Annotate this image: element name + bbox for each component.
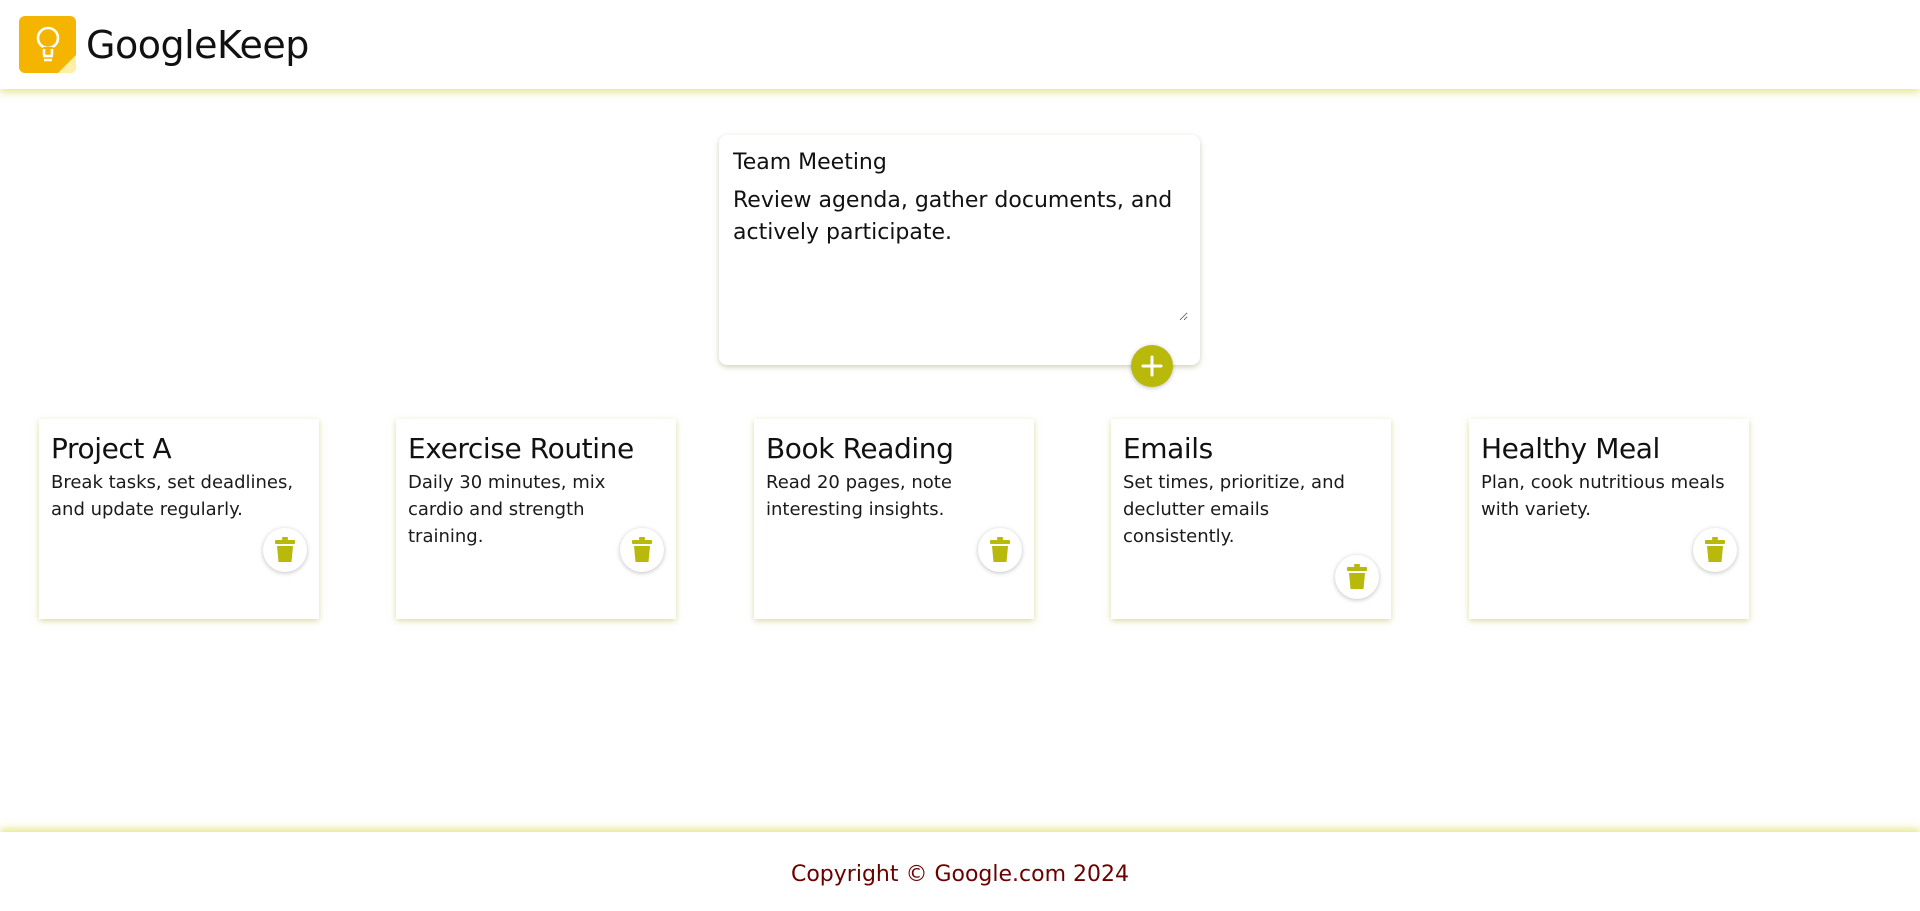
note-text: Set times, prioritize, and declutter ema… bbox=[1123, 472, 1345, 547]
delete-note-button[interactable] bbox=[620, 528, 664, 572]
note-title-input[interactable] bbox=[733, 145, 1173, 179]
note-title: Emails bbox=[1123, 432, 1213, 465]
trash-icon bbox=[1705, 537, 1725, 562]
note-composer: Review agenda, gather documents, and act… bbox=[719, 135, 1200, 365]
note-text: Plan, cook nutritious meals with variety… bbox=[1481, 472, 1725, 520]
trash-icon bbox=[1347, 564, 1367, 589]
note-text: Break tasks, set deadlines, and update r… bbox=[51, 472, 294, 520]
trash-icon bbox=[275, 537, 295, 562]
delete-note-button[interactable] bbox=[1693, 528, 1737, 572]
keep-lightbulb-icon bbox=[19, 16, 76, 73]
note-card: Exercise Routine Daily 30 minutes, mix c… bbox=[396, 419, 676, 619]
trash-icon bbox=[990, 537, 1010, 562]
app-title: GoogleKeep bbox=[86, 22, 309, 67]
note-card: Project A Break tasks, set deadlines, an… bbox=[39, 419, 319, 619]
note-title: Project A bbox=[51, 432, 172, 465]
note-card: Book Reading Read 20 pages, note interes… bbox=[754, 419, 1034, 619]
copyright-text: Copyright © Google.com 2024 bbox=[790, 862, 1130, 887]
delete-note-button[interactable] bbox=[978, 528, 1022, 572]
note-card: Healthy Meal Plan, cook nutritious meals… bbox=[1469, 419, 1749, 619]
app-header: GoogleKeep bbox=[0, 0, 1920, 89]
note-text: Read 20 pages, note interesting insights… bbox=[766, 472, 952, 520]
note-card: Emails Set times, prioritize, and declut… bbox=[1111, 419, 1391, 619]
note-title: Exercise Routine bbox=[408, 432, 634, 465]
trash-icon bbox=[632, 537, 652, 562]
note-title: Book Reading bbox=[766, 432, 954, 465]
note-body-textarea[interactable]: Review agenda, gather documents, and act… bbox=[733, 185, 1188, 321]
app-footer: Copyright © Google.com 2024 bbox=[0, 832, 1920, 911]
delete-note-button[interactable] bbox=[263, 528, 307, 572]
delete-note-button[interactable] bbox=[1335, 555, 1379, 599]
note-title: Healthy Meal bbox=[1481, 432, 1660, 465]
plus-icon bbox=[1141, 355, 1163, 377]
add-note-button[interactable] bbox=[1131, 345, 1173, 387]
